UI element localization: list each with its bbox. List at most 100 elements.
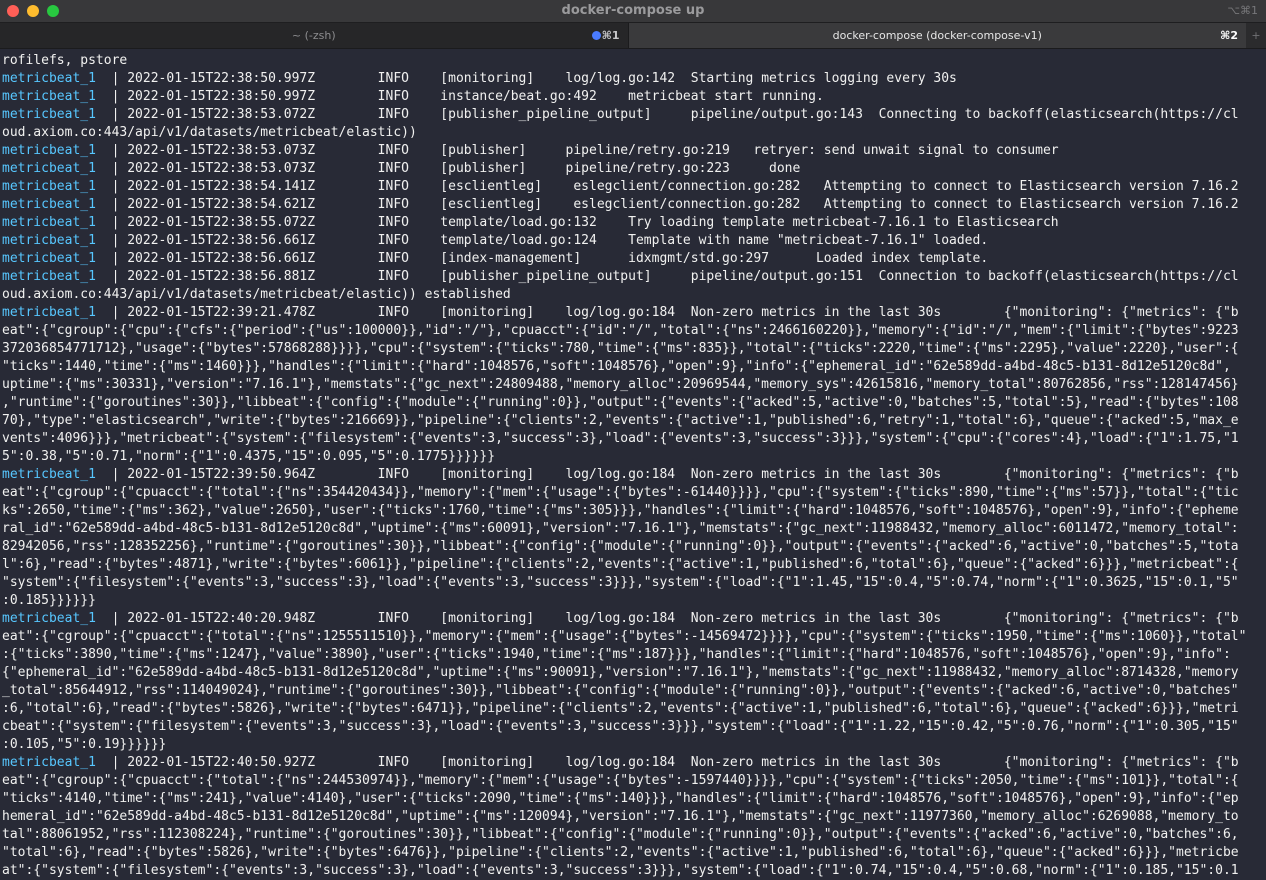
log-text: eat":{"cgroup":{"cpu":{"cfs":{"period":{… bbox=[2, 323, 1239, 338]
log-text: eat":{"cgroup":{"cpuacct":{"total":{"ns"… bbox=[2, 773, 1239, 788]
service-name: metricbeat_1 bbox=[2, 251, 96, 266]
terminal-line: oud.axiom.co:443/api/v1/datasets/metricb… bbox=[2, 286, 1266, 304]
log-text: ks":2650,"time":{"ms":362},"value":2650}… bbox=[2, 503, 1239, 518]
terminal-line: metricbeat_1 | 2022-01-15T22:39:50.964Z … bbox=[2, 466, 1266, 484]
log-text: | 2022-01-15T22:38:54.621Z INFO [esclien… bbox=[95, 197, 1239, 212]
log-text: tal":88061952,"rss":112308224},"runtime"… bbox=[2, 827, 1239, 842]
terminal-line: l":6},"read":{"bytes":4871},"write":{"by… bbox=[2, 556, 1266, 574]
log-text: 70},"type":"elasticsearch","write":{"byt… bbox=[2, 413, 1239, 428]
service-name: metricbeat_1 bbox=[2, 305, 96, 320]
service-name: metricbeat_1 bbox=[2, 467, 96, 482]
log-text: ,"runtime":{"goroutines":30}},"libbeat":… bbox=[2, 395, 1239, 410]
window-titlebar[interactable]: docker-compose up ⌥⌘1 bbox=[0, 0, 1266, 23]
terminal-line: eat":{"cgroup":{"cpu":{"cfs":{"period":{… bbox=[2, 322, 1266, 340]
window-title: docker-compose up bbox=[561, 3, 705, 18]
service-name: metricbeat_1 bbox=[2, 269, 96, 284]
terminal-line: "total":6},"read":{"bytes":5826},"write"… bbox=[2, 844, 1266, 862]
service-name: metricbeat_1 bbox=[2, 197, 96, 212]
tab-shortcut: ⌘2 bbox=[1220, 29, 1239, 42]
log-text: "system":{"filesystem":{"events":3,"succ… bbox=[2, 575, 1239, 590]
log-text: | 2022-01-15T22:40:20.948Z INFO [monitor… bbox=[95, 611, 1239, 626]
terminal-line: metricbeat_1 | 2022-01-15T22:38:50.997Z … bbox=[2, 88, 1266, 106]
log-text: "ticks":4140,"time":{"ms":241},"value":4… bbox=[2, 791, 1239, 806]
terminal-line: metricbeat_1 | 2022-01-15T22:38:53.072Z … bbox=[2, 106, 1266, 124]
terminal-line: :0.185}}}}}} bbox=[2, 592, 1266, 610]
log-text: | 2022-01-15T22:38:54.141Z INFO [esclien… bbox=[95, 179, 1239, 194]
log-text: eat":{"cgroup":{"cpuacct":{"total":{"ns"… bbox=[2, 485, 1239, 500]
log-text: rofilefs, pstore bbox=[2, 53, 128, 68]
terminal-line: metricbeat_1 | 2022-01-15T22:38:54.621Z … bbox=[2, 196, 1266, 214]
terminal-line: tal":88061952,"rss":112308224},"runtime"… bbox=[2, 826, 1266, 844]
log-text: | 2022-01-15T22:38:56.661Z INFO template… bbox=[95, 233, 989, 248]
terminal-line: metricbeat_1 | 2022-01-15T22:40:20.948Z … bbox=[2, 610, 1266, 628]
terminal-line: metricbeat_1 | 2022-01-15T22:38:53.073Z … bbox=[2, 160, 1266, 178]
log-text: vents":4096}}},"metricbeat":{"system":{"… bbox=[2, 431, 1239, 446]
log-text: _total":85644912,"rss":114049024},"runti… bbox=[2, 683, 1239, 698]
service-name: metricbeat_1 bbox=[2, 107, 96, 122]
terminal-line: :{"ticks":3890,"time":{"ms":1247},"value… bbox=[2, 646, 1266, 664]
terminal-output[interactable]: rofilefs, pstore metricbeat_1 | 2022-01-1… bbox=[0, 49, 1266, 880]
service-name: metricbeat_1 bbox=[2, 143, 96, 158]
terminal-line: 70},"type":"elasticsearch","write":{"byt… bbox=[2, 412, 1266, 430]
log-text: 82942056,"rss":128352256},"runtime":{"go… bbox=[2, 539, 1239, 554]
log-text: | 2022-01-15T22:38:50.997Z INFO instance… bbox=[95, 89, 824, 104]
terminal-line: 372036854771712},"usage":{"bytes":578682… bbox=[2, 340, 1266, 358]
terminal-line: :6,"total":6},"read":{"bytes":5826},"wri… bbox=[2, 700, 1266, 718]
terminal-line: "ticks":1440,"time":{"ms":1460}}},"handl… bbox=[2, 358, 1266, 376]
log-text: at":{"system":{"filesystem":{"events":3,… bbox=[2, 863, 1239, 878]
log-text: | 2022-01-15T22:38:50.997Z INFO [monitor… bbox=[95, 71, 957, 86]
log-text: | 2022-01-15T22:38:56.661Z INFO [index-m… bbox=[95, 251, 989, 266]
log-text: | 2022-01-15T22:38:53.073Z INFO [publish… bbox=[95, 143, 1059, 158]
tab-docker-compose[interactable]: docker-compose (docker-compose-v1) ⌘2 bbox=[628, 23, 1247, 48]
log-text: 5":0.38,"5":0.71,"norm":{"1":0.4375,"15"… bbox=[2, 449, 496, 464]
log-text: ral_id":"62e589dd-a4bd-48c5-b131-8d12e51… bbox=[2, 521, 1239, 536]
terminal-line: oud.axiom.co:443/api/v1/datasets/metricb… bbox=[2, 124, 1266, 142]
terminal-line: 5":0.38,"5":0.71,"norm":{"1":0.4375,"15"… bbox=[2, 448, 1266, 466]
log-text: :0.185}}}}}} bbox=[2, 593, 96, 608]
terminal-line: metricbeat_1 | 2022-01-15T22:38:56.661Z … bbox=[2, 250, 1266, 268]
log-text: {"ephemeral_id":"62e589dd-a4bd-48c5-b131… bbox=[2, 665, 1239, 680]
terminal-line: "ticks":4140,"time":{"ms":241},"value":4… bbox=[2, 790, 1266, 808]
terminal-line: 82942056,"rss":128352256},"runtime":{"go… bbox=[2, 538, 1266, 556]
service-name: metricbeat_1 bbox=[2, 89, 96, 104]
tab-shortcut: ⌘1 bbox=[601, 29, 620, 42]
activity-dot-icon bbox=[591, 31, 601, 40]
terminal-line: metricbeat_1 | 2022-01-15T22:38:55.072Z … bbox=[2, 214, 1266, 232]
log-text: "total":6},"read":{"bytes":5826},"write"… bbox=[2, 845, 1239, 860]
service-name: metricbeat_1 bbox=[2, 611, 96, 626]
tab-label: ~ (-zsh) bbox=[291, 29, 336, 42]
new-tab-button[interactable]: + bbox=[1246, 23, 1266, 48]
terminal-line: metricbeat_1 | 2022-01-15T22:38:56.661Z … bbox=[2, 232, 1266, 250]
log-text: | 2022-01-15T22:39:50.964Z INFO [monitor… bbox=[95, 467, 1239, 482]
service-name: metricbeat_1 bbox=[2, 755, 96, 770]
terminal-line: at":{"system":{"filesystem":{"events":3,… bbox=[2, 862, 1266, 880]
terminal-line: ,"runtime":{"goroutines":30}},"libbeat":… bbox=[2, 394, 1266, 412]
terminal-line: vents":4096}}},"metricbeat":{"system":{"… bbox=[2, 430, 1266, 448]
tab-label: docker-compose (docker-compose-v1) bbox=[832, 29, 1042, 42]
log-text: :6,"total":6},"read":{"bytes":5826},"wri… bbox=[2, 701, 1239, 716]
terminal-line: ral_id":"62e589dd-a4bd-48c5-b131-8d12e51… bbox=[2, 520, 1266, 538]
terminal-line: metricbeat_1 | 2022-01-15T22:38:54.141Z … bbox=[2, 178, 1266, 196]
log-text: 372036854771712},"usage":{"bytes":578682… bbox=[2, 341, 1239, 356]
log-text: oud.axiom.co:443/api/v1/datasets/metricb… bbox=[2, 125, 417, 140]
log-text: eat":{"cgroup":{"cpuacct":{"total":{"ns"… bbox=[2, 629, 1247, 644]
log-text: | 2022-01-15T22:38:53.072Z INFO [publish… bbox=[95, 107, 1239, 122]
terminal-line: rofilefs, pstore bbox=[2, 52, 1266, 70]
terminal-line: metricbeat_1 | 2022-01-15T22:39:21.478Z … bbox=[2, 304, 1266, 322]
terminal-line: {"ephemeral_id":"62e589dd-a4bd-48c5-b131… bbox=[2, 664, 1266, 682]
window-shortcut: ⌥⌘1 bbox=[1227, 4, 1258, 17]
terminal-line: cbeat":{"system":{"filesystem":{"events"… bbox=[2, 718, 1266, 736]
tab-zsh[interactable]: ~ (-zsh) ⌘1 bbox=[0, 23, 629, 48]
log-text: :0.105,"5":0.19}}}}}} bbox=[2, 737, 167, 752]
log-text: hemeral_id":"62e589dd-a4bd-48c5-b131-8d1… bbox=[2, 809, 1239, 824]
log-text: | 2022-01-15T22:40:50.927Z INFO [monitor… bbox=[95, 755, 1239, 770]
terminal-line: hemeral_id":"62e589dd-a4bd-48c5-b131-8d1… bbox=[2, 808, 1266, 826]
log-text: uptime":{"ms":30331},"version":"7.16.1"}… bbox=[2, 377, 1239, 392]
log-text: cbeat":{"system":{"filesystem":{"events"… bbox=[2, 719, 1239, 734]
terminal-line: "system":{"filesystem":{"events":3,"succ… bbox=[2, 574, 1266, 592]
log-text: | 2022-01-15T22:39:21.478Z INFO [monitor… bbox=[95, 305, 1239, 320]
terminal-line: eat":{"cgroup":{"cpuacct":{"total":{"ns"… bbox=[2, 484, 1266, 502]
service-name: metricbeat_1 bbox=[2, 215, 96, 230]
log-text: :{"ticks":3890,"time":{"ms":1247},"value… bbox=[2, 647, 1231, 662]
log-text: | 2022-01-15T22:38:55.072Z INFO template… bbox=[95, 215, 1059, 230]
